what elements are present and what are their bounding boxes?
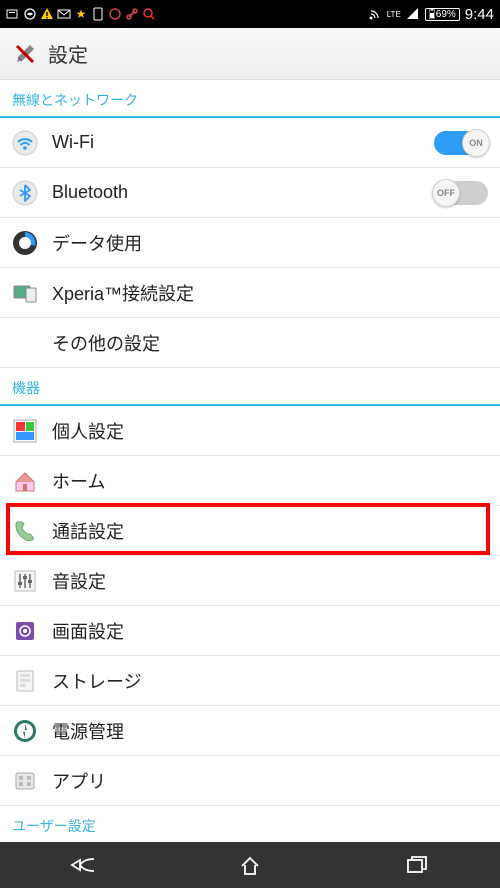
row-personal[interactable]: 個人設定 bbox=[0, 406, 500, 456]
section-wireless: 無線とネットワーク bbox=[0, 80, 500, 118]
row-bluetooth[interactable]: Bluetooth OFF bbox=[0, 168, 500, 218]
star-icon: ★ bbox=[74, 7, 88, 21]
wifi-icon bbox=[12, 130, 38, 156]
power-label: 電源管理 bbox=[52, 718, 488, 744]
other-label: その他の設定 bbox=[52, 330, 488, 356]
link-icon bbox=[125, 7, 139, 21]
mail-icon bbox=[57, 7, 71, 21]
personal-icon bbox=[12, 418, 38, 444]
row-wifi[interactable]: Wi-Fi ON bbox=[0, 118, 500, 168]
row-power[interactable]: 電源管理 bbox=[0, 706, 500, 756]
row-data-usage[interactable]: データ使用 bbox=[0, 218, 500, 268]
sync-icon bbox=[108, 7, 122, 21]
row-apps[interactable]: アプリ bbox=[0, 756, 500, 806]
row-xperia[interactable]: Xperia™接続設定 bbox=[0, 268, 500, 318]
row-storage[interactable]: ストレージ bbox=[0, 656, 500, 706]
status-bar: ★ LTE 69% 9:44 bbox=[0, 0, 500, 28]
xperia-label: Xperia™接続設定 bbox=[52, 280, 488, 306]
power-icon bbox=[12, 718, 38, 744]
app-header: 設定 bbox=[0, 28, 500, 80]
wifi-toggle[interactable]: ON bbox=[434, 131, 488, 155]
storage-label: ストレージ bbox=[52, 668, 488, 694]
row-home[interactable]: ホーム bbox=[0, 456, 500, 506]
spacer-icon bbox=[12, 330, 38, 356]
apps-icon bbox=[12, 768, 38, 794]
device-icon bbox=[91, 7, 105, 21]
section-user: ユーザー設定 bbox=[0, 806, 500, 842]
home-label: ホーム bbox=[52, 468, 488, 494]
call-label: 通話設定 bbox=[52, 518, 488, 544]
row-other[interactable]: その他の設定 bbox=[0, 318, 500, 368]
page-title: 設定 bbox=[48, 39, 88, 68]
recent-button[interactable] bbox=[387, 850, 447, 880]
warning-icon bbox=[40, 7, 54, 21]
home-icon bbox=[12, 468, 38, 494]
section-device: 機器 bbox=[0, 368, 500, 406]
data-usage-label: データ使用 bbox=[52, 230, 488, 256]
xperia-icon bbox=[12, 280, 38, 306]
bluetooth-label: Bluetooth bbox=[52, 182, 420, 203]
apps-label: アプリ bbox=[52, 768, 488, 794]
data-icon bbox=[368, 7, 382, 21]
clock: 9:44 bbox=[465, 6, 494, 23]
navigation-bar bbox=[0, 842, 500, 888]
signal-icon bbox=[406, 7, 420, 21]
back-button[interactable] bbox=[53, 850, 113, 880]
sound-icon bbox=[12, 568, 38, 594]
network-label: LTE bbox=[387, 10, 401, 19]
storage-icon bbox=[12, 668, 38, 694]
row-display[interactable]: 画面設定 bbox=[0, 606, 500, 656]
bluetooth-toggle[interactable]: OFF bbox=[434, 181, 488, 205]
data-usage-icon bbox=[12, 230, 38, 256]
row-sound[interactable]: 音設定 bbox=[0, 556, 500, 606]
settings-icon bbox=[12, 41, 38, 67]
battery-indicator: 69% bbox=[425, 8, 460, 21]
notif-icon bbox=[6, 7, 20, 21]
personal-label: 個人設定 bbox=[52, 418, 488, 444]
wifi-label: Wi-Fi bbox=[52, 132, 420, 153]
display-label: 画面設定 bbox=[52, 618, 488, 644]
display-icon bbox=[12, 618, 38, 644]
search-icon bbox=[142, 7, 156, 21]
home-button[interactable] bbox=[220, 850, 280, 880]
smartconnect-icon bbox=[23, 7, 37, 21]
sound-label: 音設定 bbox=[52, 568, 488, 594]
bluetooth-icon bbox=[12, 180, 38, 206]
row-call[interactable]: 通話設定 bbox=[0, 506, 500, 556]
phone-icon bbox=[12, 518, 38, 544]
